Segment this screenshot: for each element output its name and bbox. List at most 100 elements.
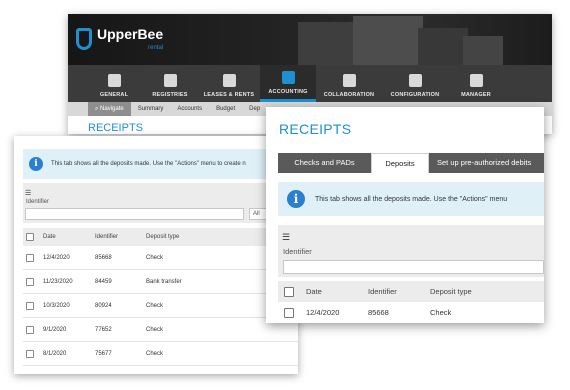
header-deposit-type[interactable]: Deposit type xyxy=(146,234,246,240)
row-checkbox[interactable] xyxy=(284,307,294,318)
cell-identifier: 80924 xyxy=(95,302,112,309)
nav-item-manager[interactable]: MANAGER xyxy=(448,65,504,102)
cell-type: Bank transfer xyxy=(146,278,182,285)
nav-item-collaboration[interactable]: COLLABORATION xyxy=(316,65,382,102)
person-icon xyxy=(469,74,483,87)
handshake-icon xyxy=(342,74,356,87)
table-row[interactable]: 9/1/2020 77652 Check xyxy=(23,318,298,342)
header-date[interactable]: Date xyxy=(306,287,368,296)
table-header: Date Identifier Deposit type xyxy=(23,228,298,246)
screenshot-stage: UpperBee rental GENERAL REGISTRIES LEASE… xyxy=(0,0,570,390)
row-checkbox[interactable] xyxy=(26,301,34,310)
header-date[interactable]: Date xyxy=(43,234,95,240)
subnav-budget[interactable]: Budget xyxy=(209,102,242,116)
table-row[interactable]: 8/1/2020 75677 Check xyxy=(23,342,298,366)
cell-type: Check xyxy=(146,350,164,357)
receipts-tabs: Checks and PADs Deposits Set up pre-auth… xyxy=(278,153,544,173)
nav-label: LEASES & RENTS xyxy=(203,92,255,98)
select-all-checkbox[interactable] xyxy=(26,233,34,241)
deposits-table: Date Identifier Deposit type 12/4/2020 8… xyxy=(23,228,298,366)
subnav-summary[interactable]: Summary xyxy=(131,102,171,116)
header-deposit-type[interactable]: Deposit type xyxy=(430,287,540,296)
deposits-table: Date Identifier Deposit type 12/4/2020 8… xyxy=(278,281,544,323)
subnav-navigate[interactable]: ⌕ Navigate xyxy=(88,102,131,116)
subnav-accounts[interactable]: Accounts xyxy=(170,102,209,116)
filter-sliders-icon[interactable]: ☰ xyxy=(25,189,31,197)
table-row[interactable]: 10/3/2020 80924 Check xyxy=(23,294,298,318)
nav-label: CONFIGURATION xyxy=(390,92,440,98)
brand-sub: rental xyxy=(148,45,164,51)
cell-date: 12/4/2020 xyxy=(43,254,70,261)
deposits-table-window: i This tab shows all the deposits made. … xyxy=(14,136,298,374)
cell-date: 12/4/2020 xyxy=(306,308,340,317)
info-icon: i xyxy=(287,190,305,208)
cell-date: 9/1/2020 xyxy=(43,326,67,333)
cell-type: Check xyxy=(430,308,452,317)
row-checkbox[interactable] xyxy=(26,325,34,334)
filter-panel: ☰ Identifier xyxy=(278,225,544,277)
tab-pre-authorized-debits[interactable]: Set up pre-authorized debits xyxy=(429,153,539,173)
info-text: This tab shows all the deposits made. Us… xyxy=(51,161,246,167)
table-row[interactable]: 12/4/2020 85668 Check xyxy=(278,302,544,323)
info-banner: i This tab shows all the deposits made. … xyxy=(23,149,298,179)
main-nav: GENERAL REGISTRIES LEASES & RENTS ACCOUN… xyxy=(68,65,552,102)
files-icon xyxy=(163,74,177,87)
info-text: This tab shows all the deposits made. Us… xyxy=(315,195,508,203)
nav-label: ACCOUNTING xyxy=(268,89,308,95)
document-icon xyxy=(107,74,121,87)
nav-item-leases-rents[interactable]: LEASES & RENTS xyxy=(198,65,260,102)
nav-label: COLLABORATION xyxy=(323,92,375,98)
nav-label: REGISTRIES xyxy=(152,92,188,98)
cell-identifier: 75677 xyxy=(95,350,112,357)
select-all-checkbox[interactable] xyxy=(284,286,294,297)
header-identifier[interactable]: Identifier xyxy=(368,287,430,296)
nav-item-accounting[interactable]: ACCOUNTING xyxy=(260,65,316,102)
cell-identifier: 84459 xyxy=(95,278,112,285)
cell-type: Check xyxy=(146,254,164,261)
cell-type: Check xyxy=(146,326,164,333)
row-checkbox[interactable] xyxy=(26,253,34,262)
logo-mark-icon xyxy=(76,27,92,50)
cell-identifier: 77652 xyxy=(95,326,112,333)
header-identifier[interactable]: Identifier xyxy=(95,234,146,240)
nav-label: MANAGER xyxy=(461,92,491,98)
info-banner: i This tab shows all the deposits made. … xyxy=(278,182,544,216)
receipts-window: RECEIPTS Checks and PADs Deposits Set up… xyxy=(266,107,544,323)
identifier-label: Identifier xyxy=(26,199,50,205)
cell-identifier: 85668 xyxy=(368,308,389,317)
upperbee-logo[interactable]: UpperBee rental xyxy=(76,26,163,51)
identifier-input[interactable] xyxy=(283,260,544,274)
cell-identifier: 85668 xyxy=(95,254,112,261)
subnav-label: Navigate xyxy=(100,106,124,112)
table-header: Date Identifier Deposit type xyxy=(278,281,544,302)
gears-icon xyxy=(408,74,422,87)
identifier-input[interactable] xyxy=(25,208,244,220)
calculator-icon xyxy=(281,71,295,84)
filter-panel: ☰ Identifier All xyxy=(23,183,298,223)
cell-date: 8/1/2020 xyxy=(43,350,67,357)
row-checkbox[interactable] xyxy=(26,277,34,286)
info-icon: i xyxy=(29,157,43,171)
table-row[interactable]: 12/4/2020 85668 Check xyxy=(23,246,298,270)
tab-deposits[interactable]: Deposits xyxy=(371,153,429,173)
page-title: RECEIPTS xyxy=(88,122,144,134)
nav-item-general[interactable]: GENERAL xyxy=(86,65,142,102)
cabinet-icon xyxy=(222,74,236,87)
cell-date: 10/3/2020 xyxy=(43,302,70,309)
type-select-value: All xyxy=(253,211,260,217)
table-row[interactable]: 11/23/2020 84459 Bank transfer xyxy=(23,270,298,294)
subnav-deposits[interactable]: Dep xyxy=(242,102,267,116)
tab-checks-and-pads[interactable]: Checks and PADs xyxy=(278,153,371,173)
identifier-label: Identifier xyxy=(283,247,312,256)
search-icon: ⌕ xyxy=(95,106,99,112)
nav-item-configuration[interactable]: CONFIGURATION xyxy=(382,65,448,102)
filter-sliders-icon[interactable]: ☰ xyxy=(282,232,290,243)
row-checkbox[interactable] xyxy=(26,349,34,358)
cell-type: Check xyxy=(146,302,164,309)
nav-item-registries[interactable]: REGISTRIES xyxy=(142,65,198,102)
brand-name: UpperBee xyxy=(97,26,164,42)
cell-date: 11/23/2020 xyxy=(43,278,73,285)
nav-label: GENERAL xyxy=(99,92,129,98)
receipts-title: RECEIPTS xyxy=(279,121,352,137)
header-banner: UpperBee rental xyxy=(68,14,552,65)
